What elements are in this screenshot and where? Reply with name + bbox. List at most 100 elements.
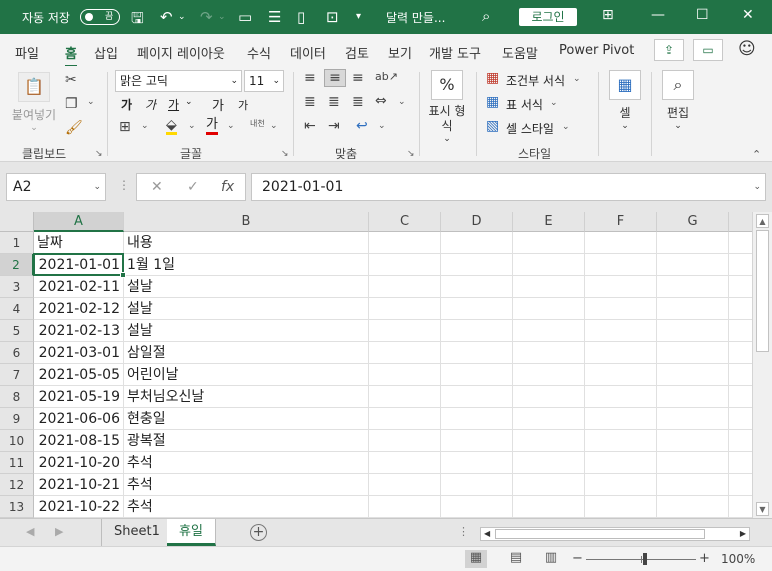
cell-empty[interactable] — [513, 298, 585, 320]
conditional-format-button[interactable]: 조건부 서식 — [506, 72, 565, 89]
cell-empty[interactable] — [585, 386, 657, 408]
cell-empty[interactable] — [657, 452, 729, 474]
align-right-icon[interactable]: ≣ — [352, 94, 364, 110]
cell-empty[interactable] — [729, 430, 752, 452]
cell-empty[interactable] — [585, 452, 657, 474]
close-icon[interactable]: ✕ — [742, 7, 754, 23]
bold-button[interactable]: 가 — [121, 96, 132, 113]
cell-empty[interactable] — [441, 232, 513, 254]
merge-center-icon[interactable]: ⇔ — [375, 93, 387, 109]
orientation-icon[interactable]: ab↗ — [375, 70, 398, 83]
row-header[interactable]: 7 — [0, 364, 34, 386]
cell-empty[interactable] — [657, 254, 729, 276]
sheet-tab-sheet1[interactable]: Sheet1 — [101, 519, 173, 546]
cell-content[interactable]: 현충일 — [124, 408, 369, 430]
cell-content[interactable]: 내용 — [124, 232, 369, 254]
cells-button[interactable]: ▦ 셀 ⌄ — [605, 70, 645, 131]
font-color-button[interactable]: 가 — [206, 118, 218, 135]
horizontal-scrollbar[interactable]: ◀ ▶ — [480, 527, 750, 541]
tab-file[interactable]: 파일 — [15, 43, 39, 62]
document-icon[interactable]: ▯ — [297, 8, 305, 26]
cell-date[interactable]: 2021-08-15 — [34, 430, 124, 452]
formula-input[interactable]: 2021-01-01 ⌄ — [251, 173, 766, 201]
insert-function-icon[interactable]: fx — [221, 179, 234, 195]
cell-empty[interactable] — [513, 320, 585, 342]
cell-empty[interactable] — [585, 320, 657, 342]
cell-empty[interactable] — [657, 496, 729, 518]
document-title[interactable]: 달력 만들... — [386, 9, 445, 26]
tab-power-pivot[interactable]: Power Pivot — [559, 43, 634, 58]
cell-content[interactable]: 설날 — [124, 298, 369, 320]
tab-page-layout[interactable]: 페이지 레이아웃 — [137, 43, 225, 62]
borders-dropdown-icon[interactable]: ⌄ — [141, 121, 149, 131]
cell-empty[interactable] — [441, 496, 513, 518]
scroll-up-icon[interactable]: ▲ — [756, 214, 769, 228]
tab-view[interactable]: 보기 — [388, 43, 412, 62]
increase-indent-icon[interactable]: ⇥ — [328, 118, 340, 134]
row-header[interactable]: 5 — [0, 320, 34, 342]
row-header[interactable]: 3 — [0, 276, 34, 298]
cell-empty[interactable] — [513, 452, 585, 474]
cell-empty[interactable] — [369, 408, 441, 430]
cell-date[interactable]: 2021-01-01 — [34, 254, 124, 276]
align-top-icon[interactable]: ≡ — [304, 70, 316, 86]
cell-content[interactable]: 추석 — [124, 452, 369, 474]
scroll-right-icon[interactable]: ▶ — [740, 528, 746, 540]
column-header-g[interactable]: G — [657, 212, 729, 232]
alignment-launcher-icon[interactable]: ↘ — [407, 149, 415, 159]
copy-dropdown-icon[interactable]: ⌄ — [87, 97, 95, 107]
cell-empty[interactable] — [513, 496, 585, 518]
prev-sheet-icon[interactable]: ◀ — [26, 525, 34, 538]
grow-font-button[interactable]: 가 — [212, 95, 224, 114]
format-painter-icon[interactable]: 🖌 — [65, 120, 83, 136]
cell-empty[interactable] — [513, 364, 585, 386]
cell-empty[interactable] — [369, 232, 441, 254]
editing-button[interactable]: ⌕ 편집 ⌄ — [658, 70, 698, 131]
cell-empty[interactable] — [657, 232, 729, 254]
cell-empty[interactable] — [585, 254, 657, 276]
enter-icon[interactable]: ✓ — [187, 179, 199, 195]
tab-developer[interactable]: 개발 도구 — [429, 43, 481, 62]
cell-content[interactable]: 광복절 — [124, 430, 369, 452]
cell-empty[interactable] — [513, 408, 585, 430]
cell-empty[interactable] — [729, 452, 752, 474]
font-launcher-icon[interactable]: ↘ — [281, 149, 289, 159]
zoom-level[interactable]: 100% — [721, 552, 755, 566]
cell-empty[interactable] — [441, 474, 513, 496]
align-bottom-icon[interactable]: ≡ — [352, 70, 364, 86]
borders-icon[interactable]: ⊞ — [119, 119, 131, 135]
number-format-button[interactable]: % 표시 형식 ⌄ — [424, 70, 470, 144]
cell-empty[interactable] — [585, 474, 657, 496]
cell-empty[interactable] — [729, 386, 752, 408]
cell-empty[interactable] — [369, 298, 441, 320]
zoom-out-button[interactable]: − — [572, 551, 583, 566]
row-header[interactable]: 4 — [0, 298, 34, 320]
new-sheet-icon[interactable]: ▭ — [238, 8, 252, 26]
cell-empty[interactable] — [369, 276, 441, 298]
font-color-dropdown-icon[interactable]: ⌄ — [227, 121, 235, 131]
column-header-a[interactable]: A — [34, 212, 124, 232]
cell-empty[interactable] — [729, 496, 752, 518]
row-header[interactable]: 8 — [0, 386, 34, 408]
fill-color-dropdown-icon[interactable]: ⌄ — [188, 121, 196, 131]
column-header-c[interactable]: C — [369, 212, 441, 232]
cell-empty[interactable] — [729, 298, 752, 320]
row-header[interactable]: 10 — [0, 430, 34, 452]
cell-content[interactable]: 설날 — [124, 276, 369, 298]
shrink-font-button[interactable]: 가 — [238, 97, 248, 113]
cell-empty[interactable] — [441, 408, 513, 430]
fill-handle[interactable] — [120, 272, 126, 278]
column-header-f[interactable]: F — [585, 212, 657, 232]
cell-empty[interactable] — [441, 342, 513, 364]
zoom-slider-knob[interactable] — [643, 553, 647, 565]
fill-color-icon[interactable]: ⬙ — [166, 118, 177, 135]
login-button[interactable]: 로그인 — [519, 8, 577, 26]
form-icon[interactable]: ☰ — [268, 8, 281, 26]
cell-date[interactable]: 2021-05-19 — [34, 386, 124, 408]
paste-button[interactable]: 📋 붙여넣기 ⌄ — [8, 72, 60, 133]
merge-dropdown-icon[interactable]: ⌄ — [398, 97, 406, 107]
sheet-tab-holiday[interactable]: 휴일 — [167, 519, 216, 546]
cell-empty[interactable] — [513, 232, 585, 254]
cell-empty[interactable] — [657, 430, 729, 452]
cell-empty[interactable] — [585, 408, 657, 430]
